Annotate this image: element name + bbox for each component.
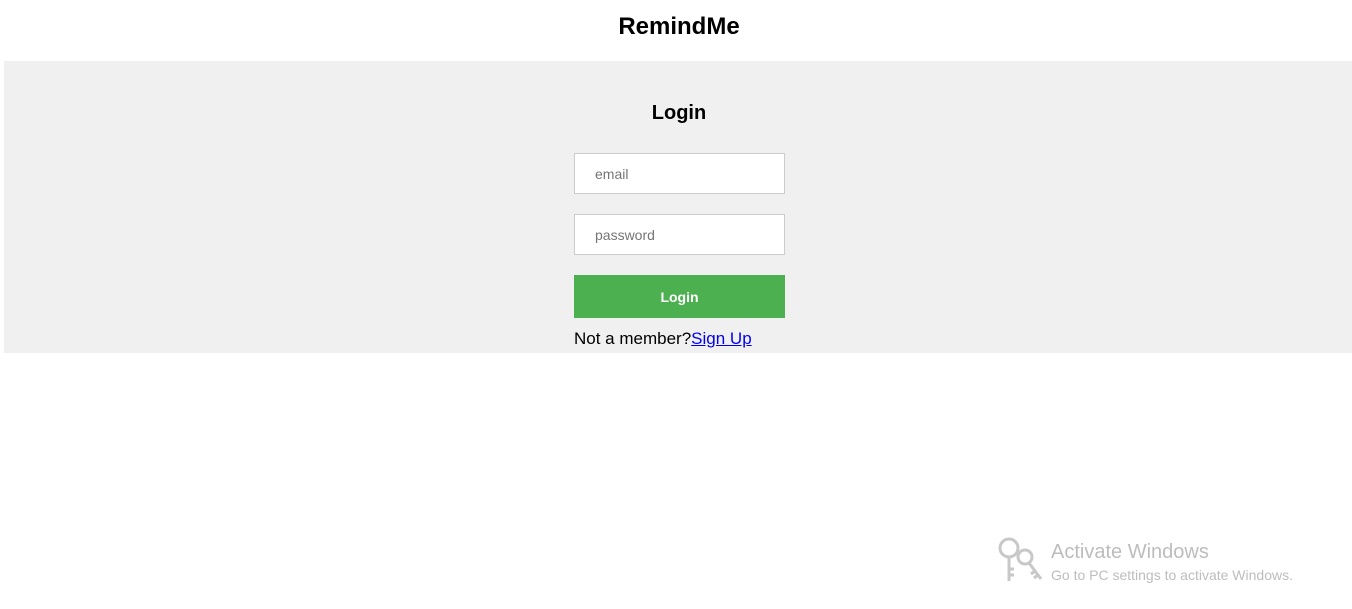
watermark-subtitle: Go to PC settings to activate Windows. (1051, 567, 1293, 583)
activate-windows-watermark: Activate Windows Go to PC settings to ac… (997, 535, 1337, 587)
login-panel: Login Login Not a member?Sign Up (4, 61, 1352, 353)
signup-prompt: Not a member? (574, 329, 692, 348)
keys-icon (998, 537, 1043, 581)
app-title: RemindMe (618, 13, 740, 40)
signup-link[interactable]: Sign Up (691, 329, 751, 348)
signup-line: Not a member?Sign Up (574, 329, 752, 349)
login-button[interactable]: Login (574, 275, 785, 318)
watermark-title: Activate Windows (1051, 541, 1209, 563)
email-input[interactable] (574, 153, 785, 194)
login-heading: Login (651, 102, 707, 124)
password-input[interactable] (574, 214, 785, 255)
